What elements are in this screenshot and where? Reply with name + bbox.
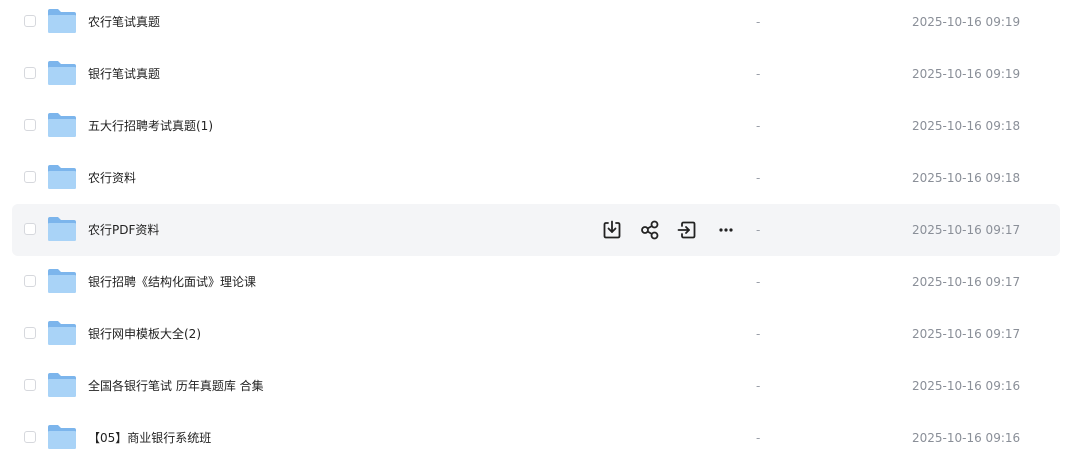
modified-date: 2025-10-16 09:17 <box>912 327 1021 341</box>
modified-date: 2025-10-16 09:18 <box>912 119 1021 133</box>
folder-icon <box>47 6 77 36</box>
row-checkbox[interactable] <box>24 431 36 443</box>
file-size: - <box>756 15 761 29</box>
file-row[interactable]: 农行资料 - 2025-10-16 09:18 <box>12 152 1060 204</box>
row-checkbox[interactable] <box>24 119 36 131</box>
row-checkbox[interactable] <box>24 67 36 79</box>
folder-icon <box>47 318 77 348</box>
row-checkbox[interactable] <box>24 223 36 235</box>
file-name[interactable]: 农行资料 <box>88 152 136 204</box>
row-checkbox[interactable] <box>24 171 36 183</box>
file-list: 农行笔试真题 - 2025-10-16 09:19 银行笔试真题 - 2025-… <box>0 0 1080 470</box>
folder-icon <box>47 162 77 192</box>
file-row[interactable]: 全国各银行笔试 历年真题库 合集 - 2025-10-16 09:16 <box>12 360 1060 412</box>
modified-date: 2025-10-16 09:19 <box>912 15 1021 29</box>
folder-icon <box>47 214 77 244</box>
file-name[interactable]: 银行招聘《结构化面试》理论课 <box>88 256 256 308</box>
file-size: - <box>756 327 761 341</box>
modified-date: 2025-10-16 09:16 <box>912 431 1021 445</box>
modified-date: 2025-10-16 09:19 <box>912 67 1021 81</box>
file-name[interactable]: 银行笔试真题 <box>88 48 160 100</box>
file-name[interactable]: 农行笔试真题 <box>88 0 160 48</box>
file-row[interactable]: 银行招聘《结构化面试》理论课 - 2025-10-16 09:17 <box>12 256 1060 308</box>
file-row[interactable]: 五大行招聘考试真题(1) - 2025-10-16 09:18 <box>12 100 1060 152</box>
file-row[interactable]: 农行笔试真题 - 2025-10-16 09:19 <box>12 0 1060 48</box>
file-size: - <box>756 379 761 393</box>
file-row[interactable]: 【05】商业银行系统班 - 2025-10-16 09:16 <box>12 412 1060 464</box>
share-icon[interactable] <box>638 218 662 242</box>
file-name[interactable]: 农行PDF资料 <box>88 204 159 256</box>
file-name[interactable]: 五大行招聘考试真题(1) <box>88 100 213 152</box>
file-size: - <box>756 431 761 445</box>
folder-icon <box>47 110 77 140</box>
row-checkbox[interactable] <box>24 327 36 339</box>
file-size: - <box>756 223 761 237</box>
file-size: - <box>756 119 761 133</box>
row-checkbox[interactable] <box>24 15 36 27</box>
move-icon[interactable] <box>675 218 699 242</box>
file-size: - <box>756 275 761 289</box>
row-checkbox[interactable] <box>24 275 36 287</box>
folder-icon <box>47 58 77 88</box>
modified-date: 2025-10-16 09:18 <box>912 171 1021 185</box>
file-name[interactable]: 银行网申模板大全(2) <box>88 308 201 360</box>
row-checkbox[interactable] <box>24 379 36 391</box>
modified-date: 2025-10-16 09:16 <box>912 379 1021 393</box>
file-name[interactable]: 【05】商业银行系统班 <box>88 412 211 464</box>
folder-icon <box>47 370 77 400</box>
file-row[interactable]: 银行网申模板大全(2) - 2025-10-16 09:17 <box>12 308 1060 360</box>
file-size: - <box>756 67 761 81</box>
more-icon[interactable] <box>714 218 738 242</box>
file-size: - <box>756 171 761 185</box>
file-row[interactable]: 银行笔试真题 - 2025-10-16 09:19 <box>12 48 1060 100</box>
modified-date: 2025-10-16 09:17 <box>912 223 1021 237</box>
folder-icon <box>47 266 77 296</box>
folder-icon <box>47 422 77 452</box>
download-icon[interactable] <box>600 218 624 242</box>
file-name[interactable]: 全国各银行笔试 历年真题库 合集 <box>88 360 264 412</box>
modified-date: 2025-10-16 09:17 <box>912 275 1021 289</box>
file-row[interactable]: 农行PDF资料 - 2025-10-16 09:17 <box>12 204 1060 256</box>
